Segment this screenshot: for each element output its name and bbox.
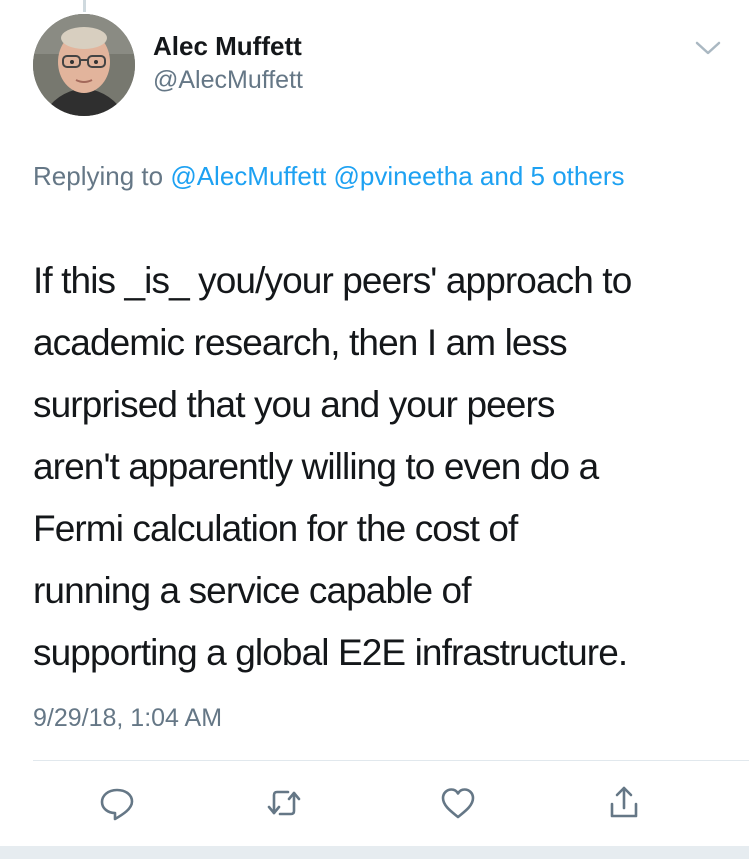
tweet-text-line: running a service capable of	[33, 570, 471, 611]
replying-to: Replying to @AlecMuffett @pvineetha and …	[33, 155, 683, 197]
tweet-text-line: academic research, then I am less	[33, 322, 568, 363]
share-icon[interactable]	[604, 783, 644, 823]
tweet-text-line: supporting a global E2E infrastructure.	[33, 632, 628, 673]
author-handle[interactable]: @AlecMuffett	[153, 64, 303, 96]
tweet-text-line: If this _is_ you/your peers' approach to	[33, 260, 632, 301]
bottom-bar	[0, 846, 749, 859]
reply-mention-alecmuffett[interactable]: @AlecMuffett	[170, 161, 326, 191]
tweet-text-line: Fermi calculation for the cost of	[33, 508, 518, 549]
tweet-text-line: surprised that you and your peers	[33, 384, 555, 425]
avatar[interactable]	[33, 14, 135, 116]
divider	[33, 760, 749, 761]
retweet-icon[interactable]	[264, 783, 304, 823]
thread-connector-line	[83, 0, 86, 12]
tweet-text-line: aren't apparently willing to even do a	[33, 446, 599, 487]
tweet-text: If this _is_ you/your peers' approach to…	[33, 250, 733, 684]
reply-icon[interactable]	[97, 783, 137, 823]
tweet-card: Alec Muffett @AlecMuffett Replying to @A…	[0, 0, 749, 859]
reply-others-link[interactable]: and 5 others	[480, 161, 625, 191]
replying-prefix: Replying to	[33, 161, 164, 191]
reply-mention-pvineetha[interactable]: @pvineetha	[334, 161, 473, 191]
like-icon[interactable]	[438, 783, 478, 823]
timestamp[interactable]: 9/29/18, 1:04 AM	[33, 698, 222, 738]
chevron-down-icon[interactable]	[690, 36, 726, 60]
author-info[interactable]: Alec Muffett @AlecMuffett	[153, 30, 303, 96]
author-name[interactable]: Alec Muffett	[153, 30, 303, 62]
